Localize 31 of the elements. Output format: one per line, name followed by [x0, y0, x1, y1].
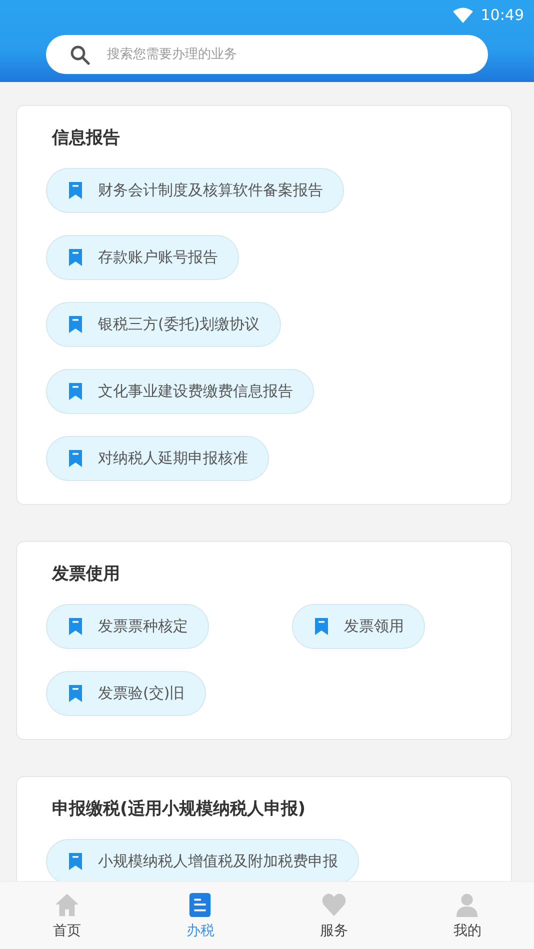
person-icon [454, 892, 480, 918]
nav-tab[interactable]: 我的 [400, 882, 534, 949]
bookmark-icon [69, 249, 82, 266]
nav-tab[interactable]: 服务 [267, 882, 400, 949]
service-button[interactable]: 发票验(交)旧 [46, 671, 206, 716]
service-button[interactable]: 文化事业建设费缴费信息报告 [46, 369, 314, 414]
service-button[interactable]: 对纳税人延期申报核准 [46, 436, 269, 481]
service-button[interactable]: 银税三方(委托)划缴协议 [46, 302, 281, 347]
section-title: 申报缴税(适用小规模纳税人申报) [51, 798, 307, 820]
wifi-icon [452, 7, 473, 23]
section-title: 发票使用 [50, 562, 121, 586]
bookmark-icon [69, 316, 82, 333]
service-button[interactable]: 发票票种核定 [46, 604, 209, 649]
bookmark-icon [69, 383, 82, 400]
bookmark-icon [69, 685, 82, 702]
heart-icon [320, 892, 347, 918]
bookmark-icon [69, 450, 82, 467]
service-button[interactable]: 存款账户账号报告 [46, 235, 239, 280]
bookmark-icon [69, 618, 82, 635]
service-button[interactable]: 小规模纳税人增值税及附加税费申报 [46, 839, 359, 881]
section-title: 信息报告 [50, 126, 121, 150]
nav-tab[interactable]: 首页 [0, 882, 134, 949]
bookmark-icon [315, 618, 328, 635]
home-icon [54, 892, 80, 918]
document-icon [187, 892, 214, 918]
service-button[interactable]: 财务会计制度及核算软件备案报告 [46, 168, 344, 213]
bookmark-icon [69, 853, 82, 870]
service-button[interactable]: 发票领用 [292, 604, 425, 649]
bookmark-icon [69, 182, 82, 199]
search-field[interactable]: 搜索您需要办理的业务 [46, 35, 488, 74]
clock-time: 10:49 [480, 6, 524, 24]
